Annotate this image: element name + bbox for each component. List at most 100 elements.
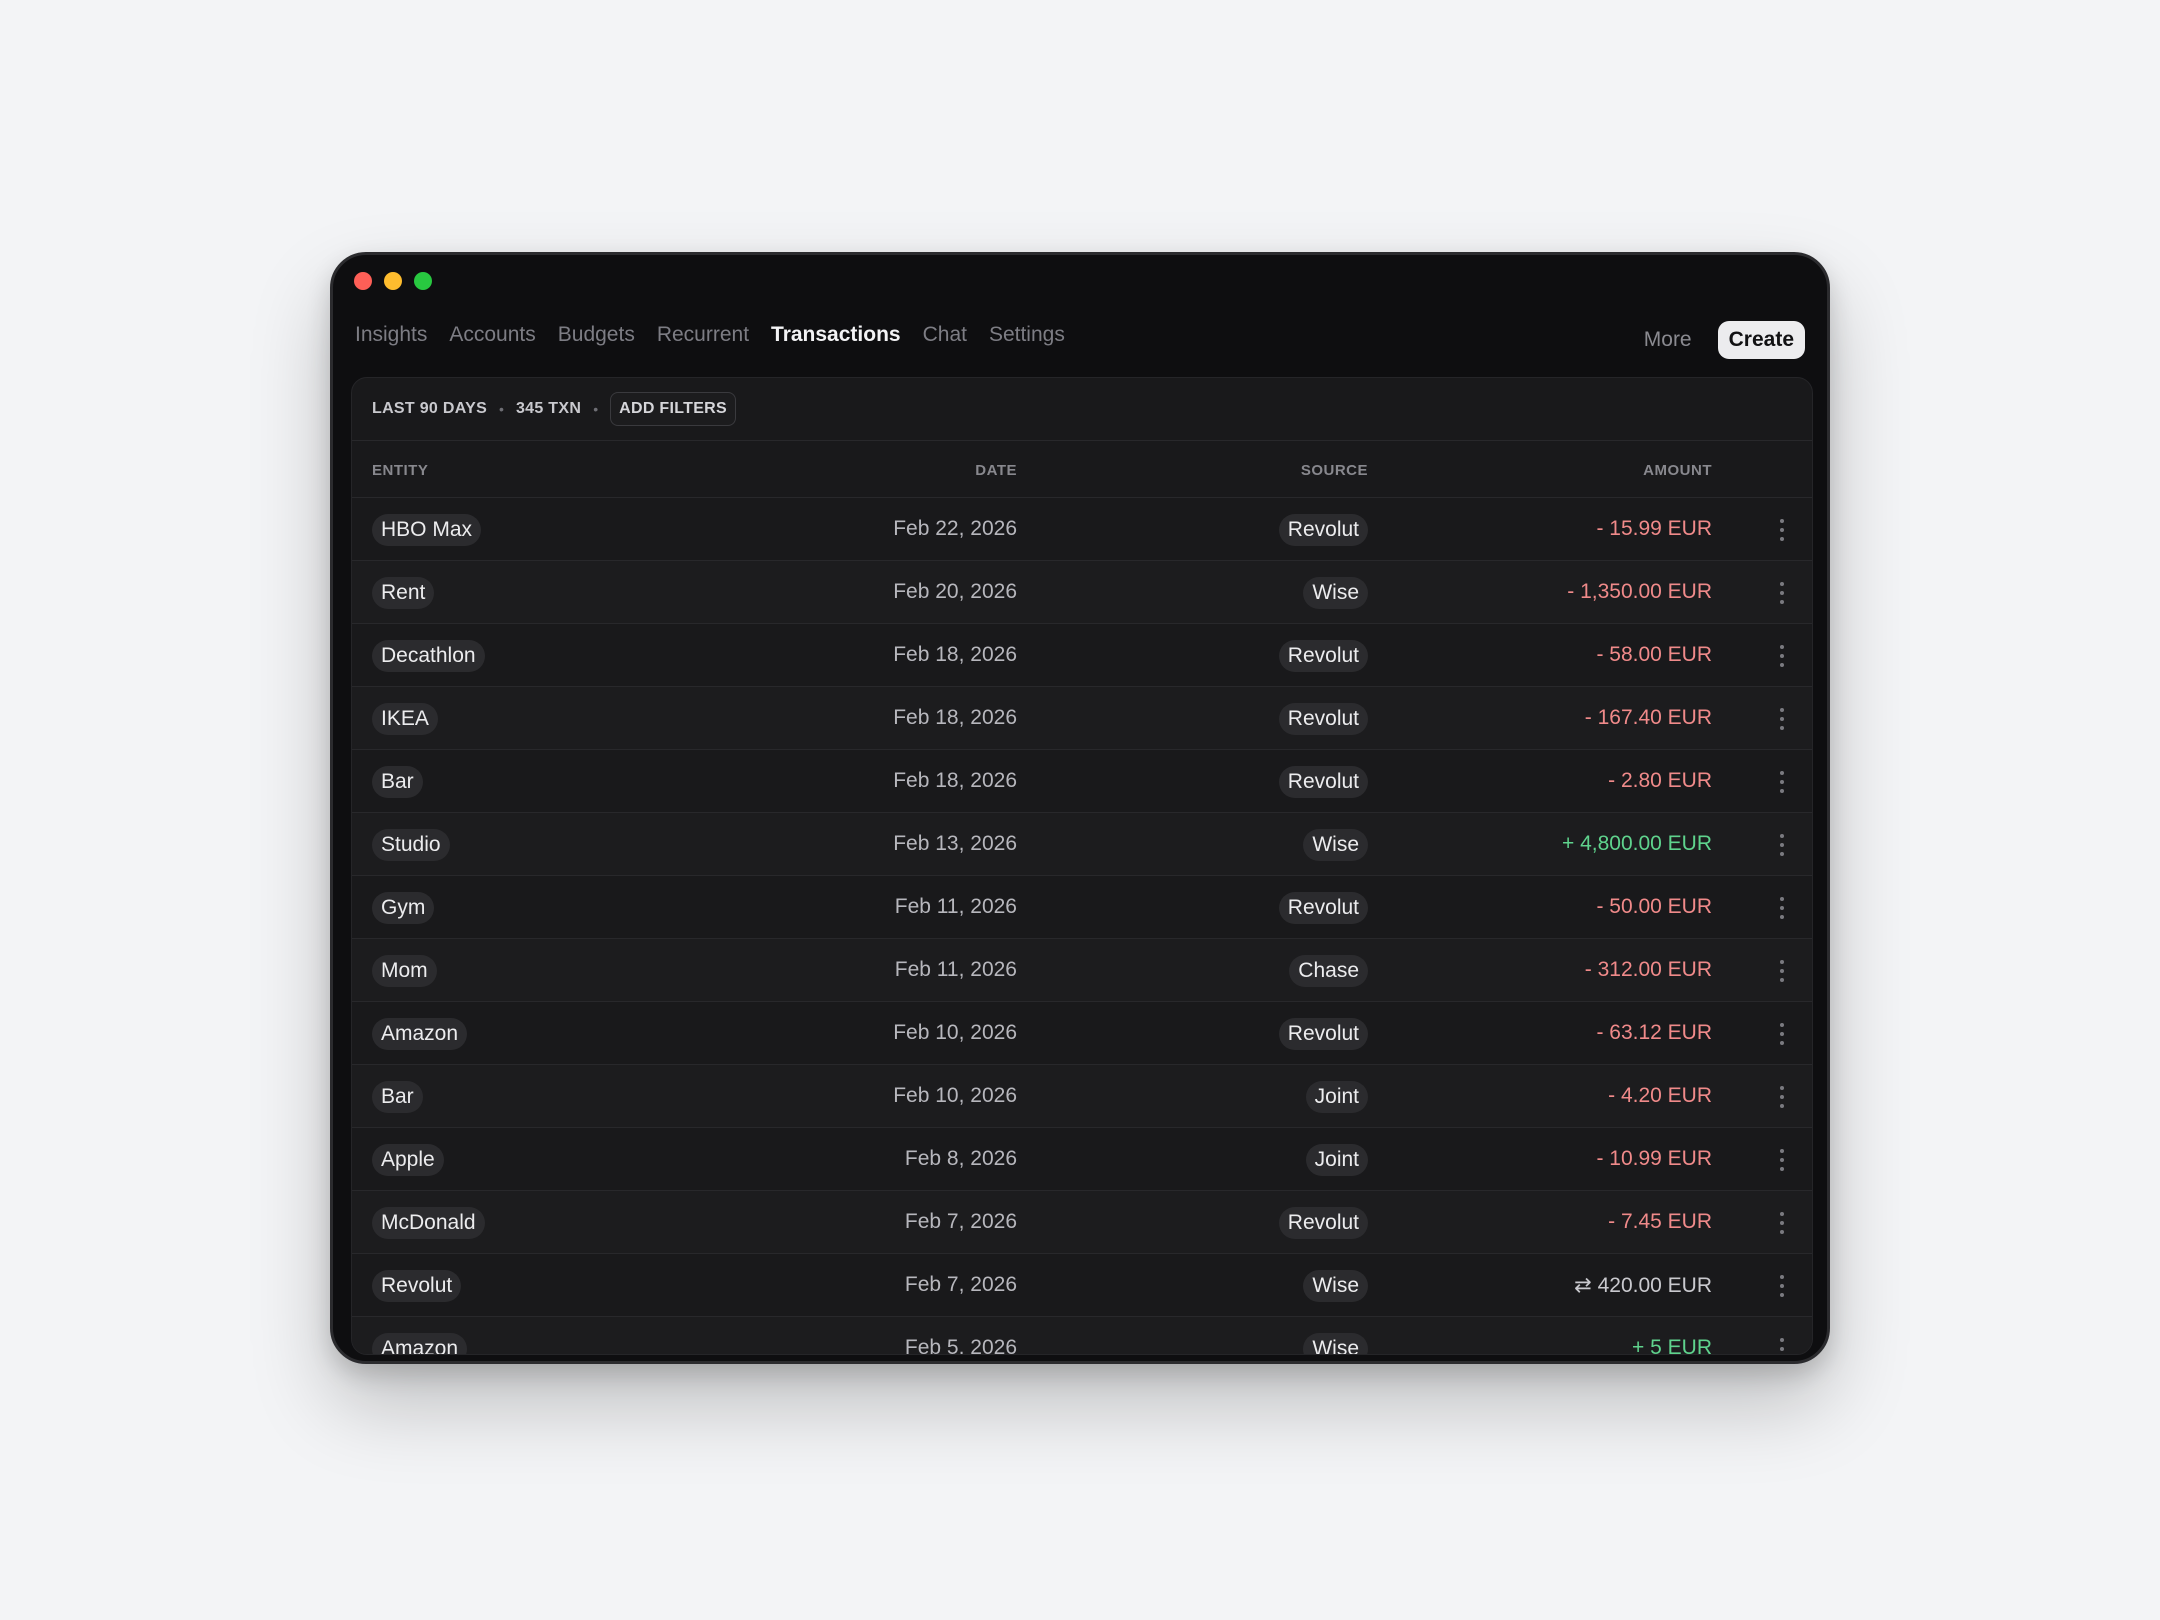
table-row[interactable]: Revolut Feb 7, 2026 Wise ⇄ 420.00 EUR bbox=[352, 1254, 1812, 1317]
table-header: ENTITY DATE SOURCE AMOUNT bbox=[352, 441, 1812, 498]
source-tag[interactable]: Revolut bbox=[1278, 766, 1368, 798]
source-tag[interactable]: Chase bbox=[1289, 955, 1368, 987]
transaction-amount: - 15.99 EUR bbox=[1596, 517, 1712, 540]
app-window: Insights Accounts Budgets Recurrent Transact… bbox=[330, 252, 1830, 1364]
entity-tag[interactable]: Amazon bbox=[372, 1018, 468, 1050]
nav-tab-chat[interactable]: Chat bbox=[923, 323, 967, 347]
nav-tab-settings[interactable]: Settings bbox=[989, 323, 1065, 347]
table-row[interactable]: Bar Feb 10, 2026 Joint - 4.20 EUR bbox=[352, 1065, 1812, 1128]
row-menu-icon[interactable] bbox=[1780, 645, 1784, 667]
transaction-amount: - 2.80 EUR bbox=[1608, 769, 1712, 792]
transactions-table-body: HBO Max Feb 22, 2026 Revolut - 15.99 EUR Ren… bbox=[352, 498, 1812, 1354]
column-header-amount[interactable]: AMOUNT bbox=[1643, 462, 1712, 479]
column-header-date[interactable]: DATE bbox=[975, 462, 1017, 479]
main-nav: Insights Accounts Budgets Recurrent Transact… bbox=[355, 323, 1087, 347]
entity-tag[interactable]: Bar bbox=[372, 766, 423, 798]
transaction-amount: - 58.00 EUR bbox=[1596, 643, 1712, 666]
source-tag[interactable]: Wise bbox=[1303, 829, 1368, 861]
nav-tab-insights[interactable]: Insights bbox=[355, 323, 427, 347]
table-row[interactable]: Rent Feb 20, 2026 Wise - 1,350.00 EUR bbox=[352, 561, 1812, 624]
nav-tab-recurrent[interactable]: Recurrent bbox=[657, 323, 749, 347]
table-row[interactable]: Bar Feb 18, 2026 Revolut - 2.80 EUR bbox=[352, 750, 1812, 813]
add-filters-button[interactable]: ADD FILTERS bbox=[610, 392, 736, 426]
more-button[interactable]: More bbox=[1644, 328, 1692, 352]
row-menu-icon[interactable] bbox=[1780, 1086, 1784, 1108]
row-menu-icon[interactable] bbox=[1780, 1023, 1784, 1045]
table-row[interactable]: Studio Feb 13, 2026 Wise + 4,800.00 EUR bbox=[352, 813, 1812, 876]
entity-tag[interactable]: Amazon bbox=[372, 1333, 468, 1354]
transaction-amount: - 167.40 EUR bbox=[1584, 706, 1712, 729]
entity-tag[interactable]: Rent bbox=[372, 577, 435, 609]
table-row[interactable]: Amazon Feb 10, 2026 Revolut - 63.12 EUR bbox=[352, 1002, 1812, 1065]
table-row[interactable]: Decathlon Feb 18, 2026 Revolut - 58.00 EUR bbox=[352, 624, 1812, 687]
transactions-panel: LAST 90 DAYS • 345 TXN • ADD FILTERS ENT… bbox=[351, 377, 1813, 1355]
row-menu-icon[interactable] bbox=[1780, 771, 1784, 793]
nav-tab-transactions[interactable]: Transactions bbox=[771, 323, 901, 347]
transaction-amount: - 312.00 EUR bbox=[1584, 958, 1712, 981]
source-tag[interactable]: Wise bbox=[1303, 1270, 1368, 1302]
entity-tag[interactable]: Decathlon bbox=[372, 640, 485, 672]
nav-actions: More Create bbox=[1644, 321, 1805, 359]
entity-tag[interactable]: Gym bbox=[372, 892, 435, 924]
transaction-amount: + 4,800.00 EUR bbox=[1561, 832, 1712, 855]
close-window-button[interactable] bbox=[354, 272, 372, 290]
entity-tag[interactable]: HBO Max bbox=[372, 514, 482, 546]
transaction-date: Feb 20, 2026 bbox=[893, 580, 1017, 603]
source-tag[interactable]: Revolut bbox=[1278, 892, 1368, 924]
entity-tag[interactable]: Bar bbox=[372, 1081, 423, 1113]
column-header-entity[interactable]: ENTITY bbox=[372, 462, 428, 479]
row-menu-icon[interactable] bbox=[1780, 1149, 1784, 1171]
table-row[interactable]: IKEA Feb 18, 2026 Revolut - 167.40 EUR bbox=[352, 687, 1812, 750]
minimize-window-button[interactable] bbox=[384, 272, 402, 290]
transaction-count: 345 TXN bbox=[515, 400, 582, 417]
transaction-date: Feb 11, 2026 bbox=[894, 958, 1017, 981]
entity-tag[interactable]: Apple bbox=[372, 1144, 444, 1176]
transaction-date: Feb 18, 2026 bbox=[893, 643, 1017, 666]
row-menu-icon[interactable] bbox=[1780, 519, 1784, 541]
transaction-date: Feb 22, 2026 bbox=[893, 517, 1017, 540]
row-menu-icon[interactable] bbox=[1780, 1212, 1784, 1234]
transaction-amount: - 1,350.00 EUR bbox=[1567, 580, 1712, 603]
row-menu-icon[interactable] bbox=[1780, 1338, 1784, 1354]
table-row[interactable]: Amazon Feb 5, 2026 Wise + 5 EUR bbox=[352, 1317, 1812, 1354]
entity-tag[interactable]: Mom bbox=[372, 955, 437, 987]
row-menu-icon[interactable] bbox=[1780, 582, 1784, 604]
nav-tab-accounts[interactable]: Accounts bbox=[449, 323, 535, 347]
source-tag[interactable]: Revolut bbox=[1278, 703, 1368, 735]
column-header-source[interactable]: SOURCE bbox=[1301, 462, 1368, 479]
create-button[interactable]: Create bbox=[1717, 321, 1805, 359]
source-tag[interactable]: Joint bbox=[1305, 1081, 1368, 1113]
table-row[interactable]: Apple Feb 8, 2026 Joint - 10.99 EUR bbox=[352, 1128, 1812, 1191]
source-tag[interactable]: Revolut bbox=[1278, 640, 1368, 672]
source-tag[interactable]: Revolut bbox=[1278, 1018, 1368, 1050]
transaction-date: Feb 7, 2026 bbox=[904, 1273, 1017, 1296]
transaction-date: Feb 18, 2026 bbox=[893, 706, 1017, 729]
row-menu-icon[interactable] bbox=[1780, 960, 1784, 982]
entity-tag[interactable]: Studio bbox=[372, 829, 450, 861]
entity-tag[interactable]: Revolut bbox=[372, 1270, 462, 1302]
source-tag[interactable]: Revolut bbox=[1278, 514, 1368, 546]
source-tag[interactable]: Wise bbox=[1303, 1333, 1368, 1354]
transaction-date: Feb 10, 2026 bbox=[893, 1021, 1017, 1044]
entity-tag[interactable]: McDonald bbox=[372, 1207, 485, 1239]
source-tag[interactable]: Joint bbox=[1305, 1144, 1368, 1176]
source-tag[interactable]: Revolut bbox=[1278, 1207, 1368, 1239]
table-row[interactable]: Gym Feb 11, 2026 Revolut - 50.00 EUR bbox=[352, 876, 1812, 939]
row-menu-icon[interactable] bbox=[1780, 1275, 1784, 1297]
separator-dot: • bbox=[499, 401, 504, 417]
row-menu-icon[interactable] bbox=[1780, 834, 1784, 856]
transaction-date: Feb 13, 2026 bbox=[893, 832, 1017, 855]
period-filter[interactable]: LAST 90 DAYS bbox=[372, 400, 487, 418]
table-row[interactable]: McDonald Feb 7, 2026 Revolut - 7.45 EUR bbox=[352, 1191, 1812, 1254]
transaction-date: Feb 10, 2026 bbox=[893, 1084, 1017, 1107]
source-tag[interactable]: Wise bbox=[1303, 577, 1368, 609]
maximize-window-button[interactable] bbox=[414, 272, 432, 290]
row-menu-icon[interactable] bbox=[1780, 708, 1784, 730]
table-row[interactable]: Mom Feb 11, 2026 Chase - 312.00 EUR bbox=[352, 939, 1812, 1002]
table-row[interactable]: HBO Max Feb 22, 2026 Revolut - 15.99 EUR bbox=[352, 498, 1812, 561]
entity-tag[interactable]: IKEA bbox=[372, 703, 438, 735]
row-menu-icon[interactable] bbox=[1780, 897, 1784, 919]
filter-bar: LAST 90 DAYS • 345 TXN • ADD FILTERS bbox=[352, 378, 1812, 441]
transaction-date: Feb 18, 2026 bbox=[893, 769, 1017, 792]
nav-tab-budgets[interactable]: Budgets bbox=[558, 323, 635, 347]
